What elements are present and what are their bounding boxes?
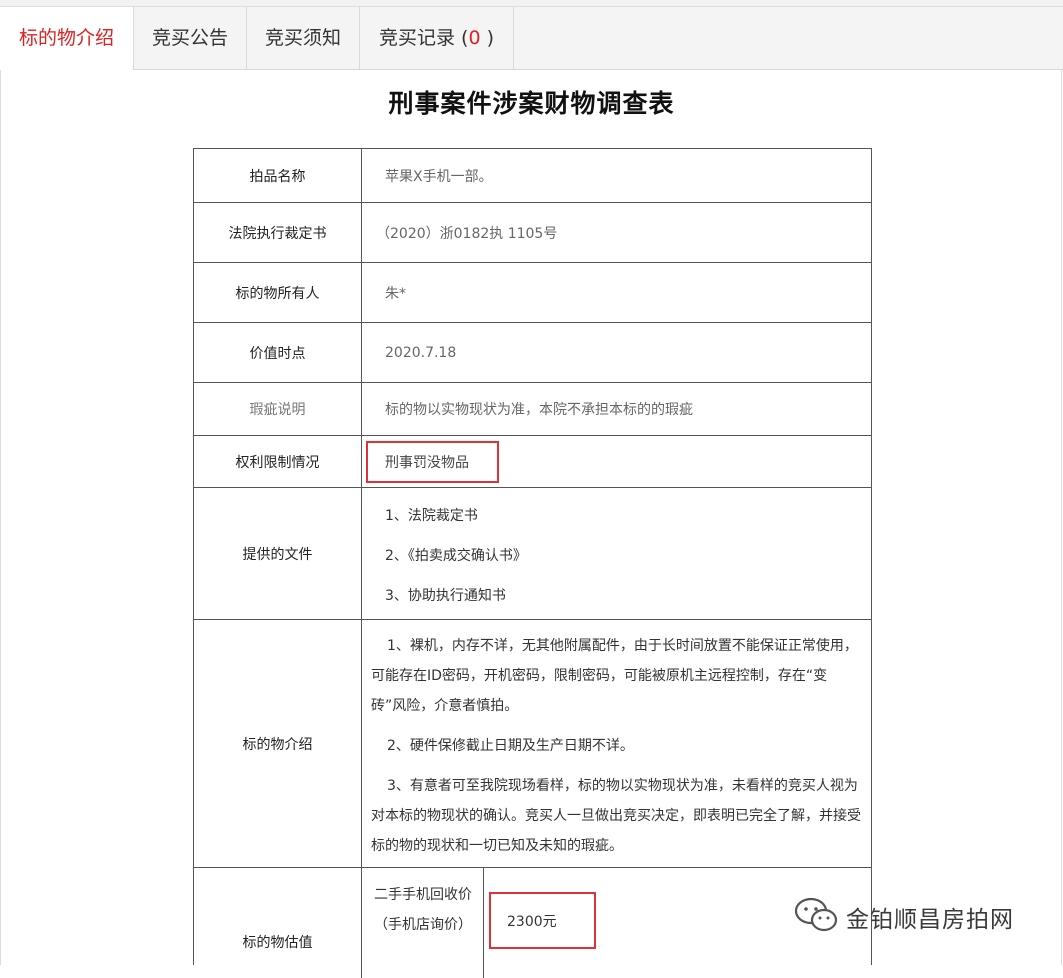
bid-count: 0 xyxy=(468,27,481,49)
table-row: 瑕疵说明 标的物以实物现状为准，本院不承担本标的的瑕疵 xyxy=(194,383,871,436)
table-row: 法院执行裁定书 （2020）浙0182执 1105号 xyxy=(194,203,871,263)
table-row: 标的物所有人 朱* xyxy=(194,263,871,323)
table-row: 标的物估值 二手手机回收价（手机店询价） 2300元 xyxy=(194,868,871,978)
row-value: 朱* xyxy=(385,285,406,302)
tab-notice[interactable]: 竞买须知 xyxy=(247,7,360,69)
highlight-box xyxy=(366,441,499,483)
intro-text: 1、裸机，内存不详，无其他附属配件，由于长时间放置不能保证正常使用，可能存在ID… xyxy=(371,631,861,861)
table-row: 权利限制情况 刑事罚没物品 xyxy=(194,436,871,488)
frame-border xyxy=(1061,70,1062,965)
row-value: 苹果X手机一部。 xyxy=(385,168,493,185)
list-item: 3、协助执行通知书 xyxy=(385,588,506,604)
table-row: 价值时点 2020.7.18 xyxy=(194,323,871,383)
row-label: 权利限制情况 xyxy=(194,436,362,487)
row-label: 标的物介绍 xyxy=(194,620,362,867)
wechat-icon xyxy=(794,897,838,937)
tab-label: 竞买公告 xyxy=(151,27,228,49)
property-table: 拍品名称 苹果X手机一部。 法院执行裁定书 （2020）浙0182执 1105号… xyxy=(193,148,872,978)
row-value: （2020）浙0182执 1105号 xyxy=(376,225,558,242)
table-row: 标的物介绍 1、裸机，内存不详，无其他附属配件，由于长时间放置不能保证正常使用，… xyxy=(194,620,871,868)
row-label: 法院执行裁定书 xyxy=(194,203,362,262)
valuation-sub-label: 二手手机回收价（手机店询价） xyxy=(362,868,484,978)
tab-bar: 标的物介绍 竞买公告 竞买须知 竞买记录 (0 ) xyxy=(0,7,1063,70)
row-label: 价值时点 xyxy=(194,323,362,382)
row-label: 标的物所有人 xyxy=(194,263,362,322)
tab-item-intro[interactable]: 标的物介绍 xyxy=(0,7,134,70)
top-strip xyxy=(0,0,1063,7)
watermark: 金铂顺昌房拍网 xyxy=(794,897,1014,937)
list-item: 1、法院裁定书 xyxy=(385,508,478,524)
row-value: 2020.7.18 xyxy=(385,344,457,361)
tab-label-suffix: ) xyxy=(486,27,494,49)
tab-label: 竞买须知 xyxy=(264,27,341,49)
row-label: 拍品名称 xyxy=(194,149,362,202)
row-label: 提供的文件 xyxy=(194,488,362,619)
list-item: 2、《拍卖成交确认书》 xyxy=(385,548,527,564)
tab-label: 标的物介绍 xyxy=(18,27,114,49)
intro-paragraph: 1、裸机，内存不详，无其他附属配件，由于长时间放置不能保证正常使用，可能存在ID… xyxy=(371,638,858,714)
row-label: 标的物估值 xyxy=(194,868,362,978)
row-value: 标的物以实物现状为准，本院不承担本标的的瑕疵 xyxy=(385,402,693,418)
tab-announcement[interactable]: 竞买公告 xyxy=(134,7,247,69)
intro-paragraph: 2、硬件保修截止日期及生产日期不详。 xyxy=(387,738,634,754)
highlight-box xyxy=(489,892,596,949)
watermark-text: 金铂顺昌房拍网 xyxy=(846,907,1014,933)
table-row: 提供的文件 1、法院裁定书 2、《拍卖成交确认书》 3、协助执行通知书 xyxy=(194,488,871,620)
tab-label: 竞买记录 ( xyxy=(378,27,469,49)
row-label: 瑕疵说明 xyxy=(194,383,362,435)
intro-paragraph: 3、有意者可至我院现场看样，标的物以实物现状为准，未看样的竞买人视为对本标的物现… xyxy=(371,778,861,854)
frame-border xyxy=(0,70,1,965)
table-row: 拍品名称 苹果X手机一部。 xyxy=(194,149,871,203)
page-title: 刑事案件涉案财物调查表 xyxy=(388,89,675,118)
tab-bid-records[interactable]: 竞买记录 (0 ) xyxy=(360,7,514,69)
